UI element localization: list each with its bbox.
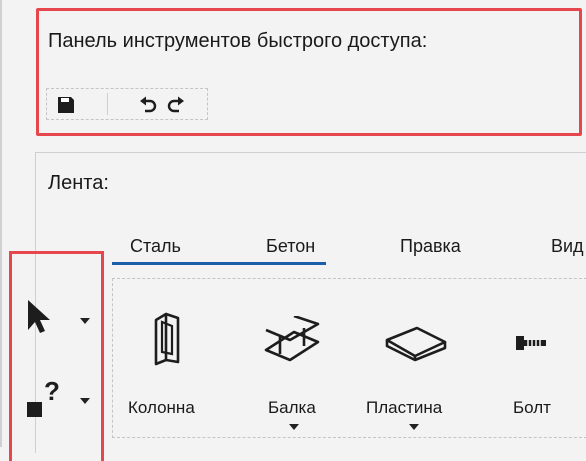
query-button[interactable]: ? <box>24 378 94 426</box>
chevron-down-icon[interactable] <box>409 424 419 430</box>
column-icon <box>154 312 180 366</box>
bolt-icon <box>516 336 546 350</box>
tool-label-beam: Балка <box>268 398 316 417</box>
chevron-down-icon <box>80 318 90 324</box>
bolt-tool[interactable] <box>514 332 548 354</box>
tab-steel[interactable]: Сталь <box>130 236 181 257</box>
plate-tool[interactable] <box>383 322 449 364</box>
chevron-down-icon[interactable] <box>289 424 299 430</box>
beam-tool[interactable] <box>262 314 322 366</box>
query-icon: ? <box>27 378 60 417</box>
column-tool[interactable] <box>150 310 186 370</box>
tool-label-bolt: Болт <box>513 398 551 417</box>
svg-text:?: ? <box>44 378 60 406</box>
beam-icon <box>264 314 320 362</box>
left-edge-divider <box>0 0 2 447</box>
plate-icon <box>385 326 447 362</box>
quick-access-highlight-frame <box>36 8 582 136</box>
select-button[interactable] <box>24 296 94 346</box>
active-tab-underline <box>112 262 326 265</box>
ribbon-label: Лента: <box>48 172 109 194</box>
tool-label-column: Колонна <box>128 398 195 417</box>
tool-label-plate: Пластина <box>366 398 443 417</box>
tab-concrete[interactable]: Бетон <box>266 236 315 257</box>
chevron-down-icon <box>80 398 90 404</box>
select-arrow-icon <box>28 300 50 333</box>
side-buttons-highlight-frame <box>9 251 104 461</box>
tab-edit[interactable]: Правка <box>400 236 461 257</box>
tab-view[interactable]: Вид <box>551 236 584 257</box>
